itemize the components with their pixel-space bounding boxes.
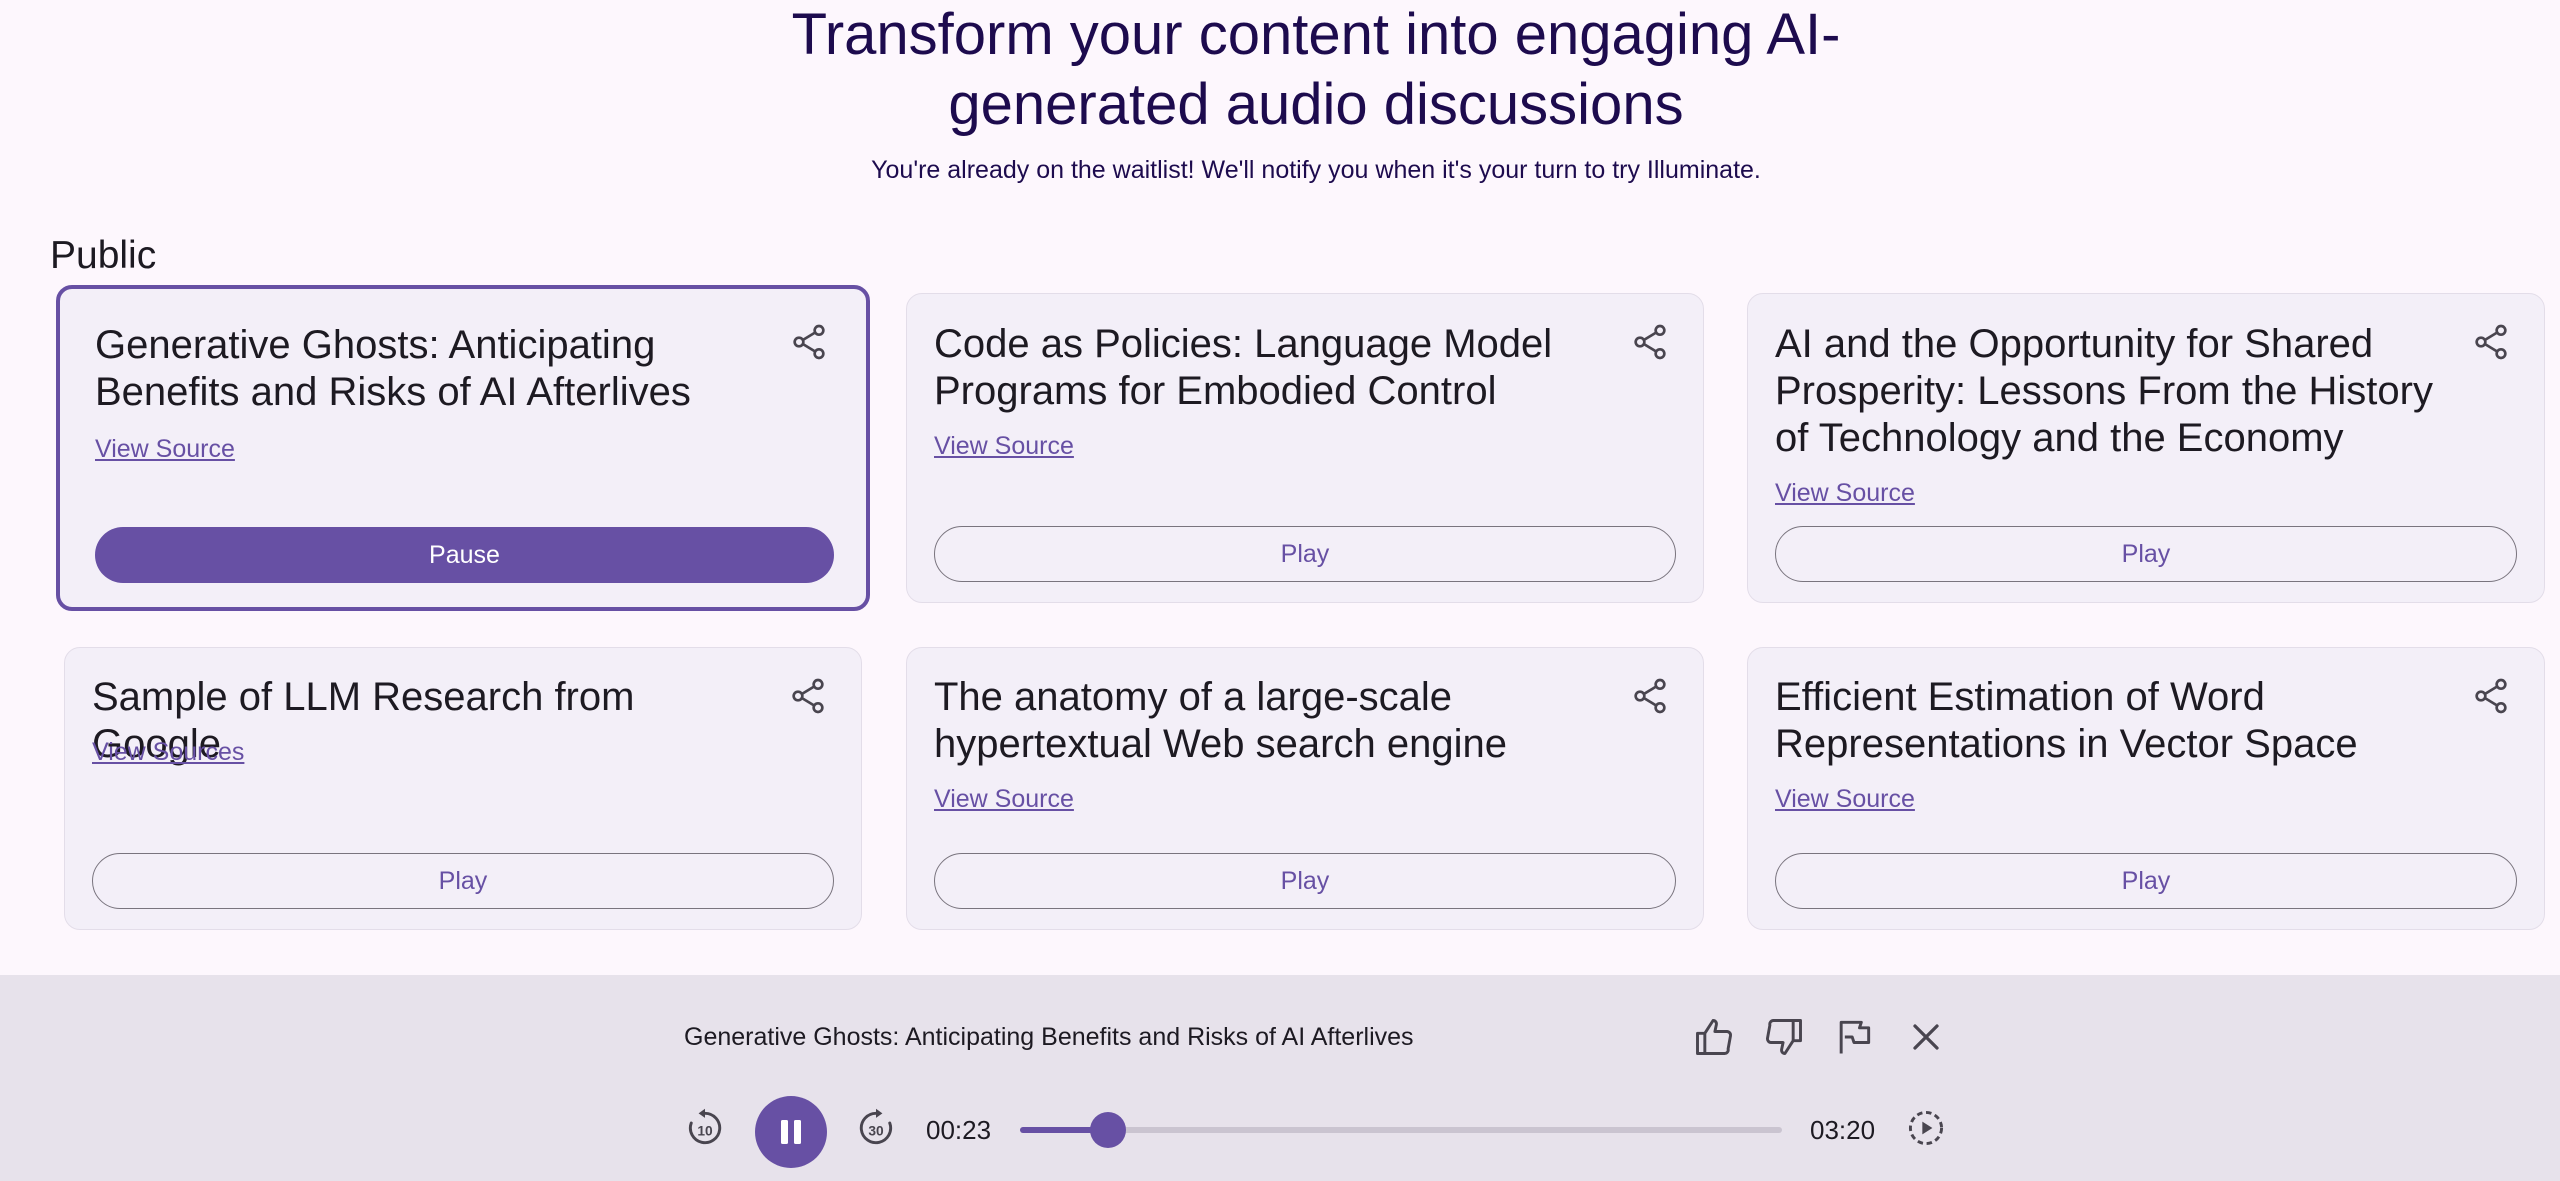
- card-word-representations: Efficient Estimation of Word Representat…: [1747, 647, 2545, 930]
- view-source-link[interactable]: View Source: [1775, 785, 1915, 814]
- card-llm-research: Sample of LLM Research from Google View …: [64, 647, 862, 930]
- now-playing-title: Generative Ghosts: Anticipating Benefits…: [684, 1023, 1414, 1051]
- svg-text:10: 10: [697, 1123, 713, 1138]
- share-icon[interactable]: [789, 322, 829, 362]
- card-title: AI and the Opportunity for Shared Prospe…: [1775, 322, 2433, 460]
- total-duration: 03:20: [1810, 1115, 1876, 1145]
- card-generative-ghosts: Generative Ghosts: Anticipating Benefits…: [56, 285, 870, 611]
- forward-30-icon[interactable]: 30: [854, 1106, 898, 1150]
- thumb-down-icon[interactable]: [1762, 1015, 1806, 1059]
- progress-slider[interactable]: [1020, 1112, 1782, 1148]
- play-button[interactable]: Play: [1775, 853, 2517, 909]
- card-title: Code as Policies: Language Model Program…: [934, 322, 1553, 413]
- elapsed-time: 00:23: [926, 1115, 992, 1145]
- rewind-10-icon[interactable]: 10: [683, 1106, 727, 1150]
- play-button[interactable]: Play: [92, 853, 834, 909]
- share-icon[interactable]: [788, 676, 828, 716]
- thumb-up-icon[interactable]: [1692, 1015, 1736, 1059]
- card-shared-prosperity: AI and the Opportunity for Shared Prospe…: [1747, 293, 2545, 603]
- pause-button[interactable]: Pause: [95, 527, 834, 583]
- playback-speed-icon[interactable]: [1904, 1106, 1948, 1150]
- hero-title: Transform your content into engaging AI-…: [0, 0, 2560, 140]
- pause-playback-button[interactable]: [755, 1096, 827, 1168]
- view-sources-link[interactable]: View Sources: [92, 738, 244, 767]
- pause-icon: [781, 1120, 801, 1144]
- waitlist-message: You're already on the waitlist! We'll no…: [871, 156, 1761, 184]
- view-source-link[interactable]: View Source: [934, 432, 1074, 461]
- play-button[interactable]: Play: [934, 853, 1676, 909]
- view-source-link[interactable]: View Source: [95, 435, 235, 464]
- view-source-link[interactable]: View Source: [1775, 479, 1915, 508]
- share-icon[interactable]: [1630, 322, 1670, 362]
- audio-player: Generative Ghosts: Anticipating Benefits…: [0, 975, 2560, 1181]
- share-icon[interactable]: [2471, 322, 2511, 362]
- page: Transform your content into engaging AI-…: [0, 0, 2560, 1181]
- section-title-public: Public: [50, 234, 157, 277]
- share-icon[interactable]: [1630, 676, 1670, 716]
- card-title: The anatomy of a large-scale hypertextua…: [934, 675, 1507, 766]
- close-icon[interactable]: [1904, 1015, 1948, 1059]
- hero-title-line-2: generated audio discussions: [948, 72, 1684, 137]
- card-title: Generative Ghosts: Anticipating Benefits…: [95, 323, 691, 414]
- play-button[interactable]: Play: [934, 526, 1676, 582]
- progress-thumb[interactable]: [1089, 1112, 1126, 1148]
- card-title: Efficient Estimation of Word Representat…: [1775, 675, 2358, 766]
- play-button[interactable]: Play: [1775, 526, 2517, 582]
- card-code-as-policies: Code as Policies: Language Model Program…: [906, 293, 1704, 603]
- share-icon[interactable]: [2471, 676, 2511, 716]
- view-source-link[interactable]: View Source: [934, 785, 1074, 814]
- hero-title-line-1: Transform your content into engaging AI-: [791, 2, 1841, 67]
- card-web-search-engine: The anatomy of a large-scale hypertextua…: [906, 647, 1704, 930]
- flag-icon[interactable]: [1832, 1015, 1876, 1059]
- svg-text:30: 30: [868, 1123, 884, 1138]
